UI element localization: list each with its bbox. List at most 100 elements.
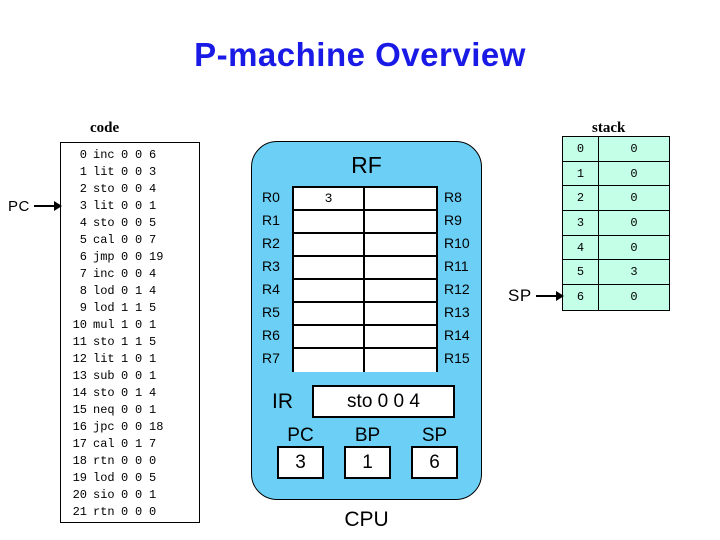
code-line-opcode: sto <box>93 182 115 196</box>
code-line: 9 lod 1 1 5 <box>61 300 199 317</box>
code-line-opcode: neq <box>93 403 115 417</box>
register-file-row: 3 <box>294 188 436 211</box>
arrow-right-icon <box>535 291 566 301</box>
register-label-r11: R11 <box>444 258 469 274</box>
code-line-field-1: 0 <box>121 369 129 383</box>
code-line-field-3: 4 <box>149 267 157 281</box>
code-line-field-1: 0 <box>121 148 129 162</box>
stack-row: 00 <box>563 137 669 162</box>
code-line-opcode: rtn <box>93 454 115 468</box>
code-line-field-1: 0 <box>121 471 129 485</box>
code-line-field-2: 0 <box>135 165 143 179</box>
register-label-r12: R12 <box>444 281 470 297</box>
register-label-r15: R15 <box>444 350 470 366</box>
code-line-field-1: 0 <box>121 386 129 400</box>
code-line-field-1: 0 <box>121 267 129 281</box>
register-cell-r11 <box>365 257 436 278</box>
register-cell-r12 <box>365 280 436 301</box>
code-line-address: 8 <box>79 284 87 298</box>
arrow-right-icon <box>33 201 64 211</box>
code-line-address: 21 <box>72 505 87 519</box>
code-line-field-3: 1 <box>149 369 157 383</box>
code-line-address: 11 <box>72 335 87 349</box>
code-line-field-3: 1 <box>149 488 157 502</box>
code-line-address: 16 <box>72 420 87 434</box>
code-line: 8 lod 0 1 4 <box>61 283 199 300</box>
code-line-field-2: 0 <box>135 488 143 502</box>
ir-label: IR <box>272 390 293 413</box>
code-line-address: 15 <box>72 403 87 417</box>
page-title: P-machine Overview <box>194 36 526 73</box>
code-line: 7 inc 0 0 4 <box>61 266 199 283</box>
code-line-field-1: 1 <box>121 335 129 349</box>
code-line-field-2: 1 <box>135 301 143 315</box>
code-line-field-3: 4 <box>149 182 157 196</box>
code-listing: 0 inc 0 0 6 1 lit 0 0 3 2 sto 0 0 4 3 lit 0 0 1 4 sto 0 0 5 5 cal 0… <box>60 142 200 523</box>
code-line: 15 neq 0 0 1 <box>61 402 199 419</box>
stack-row-value: 0 <box>599 285 669 310</box>
code-line: 5 cal 0 0 7 <box>61 232 199 249</box>
code-line-field-3: 1 <box>149 318 157 332</box>
code-line: 19 lod 0 0 5 <box>61 470 199 487</box>
code-line-field-3: 7 <box>149 233 157 247</box>
register-label-r0: R0 <box>262 189 280 205</box>
stack-section-caption: stack <box>592 120 626 136</box>
code-line-field-3: 5 <box>149 216 157 230</box>
stack-row-index: 3 <box>563 211 599 235</box>
code-line-field-1: 0 <box>121 284 129 298</box>
register-sp: SP 6 <box>411 425 458 479</box>
code-line-field-1: 0 <box>121 165 129 179</box>
code-line-address: 3 <box>79 199 87 213</box>
register-sp-label: SP <box>421 425 448 446</box>
code-line: 3 lit 0 0 1 <box>61 198 199 215</box>
code-section-caption: code <box>90 120 120 136</box>
code-line-address: 6 <box>79 250 87 264</box>
code-line-opcode: cal <box>93 437 115 451</box>
register-bp-label: BP <box>354 425 381 446</box>
sp-pointer-label: SP <box>508 286 532 305</box>
register-file-row <box>294 326 436 349</box>
register-bp-value: 1 <box>344 446 391 479</box>
code-line-opcode: lit <box>93 165 115 179</box>
register-cell-r10 <box>365 234 436 255</box>
code-line-opcode: lod <box>93 284 115 298</box>
code-line-address: 20 <box>72 488 87 502</box>
code-line-field-2: 0 <box>135 369 143 383</box>
code-line-field-3: 3 <box>149 165 157 179</box>
code-line: 2 sto 0 0 4 <box>61 181 199 198</box>
code-line-field-1: 0 <box>121 182 129 196</box>
register-pc-label: PC <box>287 425 314 446</box>
code-line: 11 sto 1 1 5 <box>61 334 199 351</box>
code-line-opcode: inc <box>93 267 115 281</box>
code-line: 0 inc 0 0 6 <box>61 147 199 164</box>
register-label-r5: R5 <box>262 304 280 320</box>
code-line: 18 rtn 0 0 0 <box>61 453 199 470</box>
code-line-opcode: lit <box>93 352 115 366</box>
code-line-opcode: sto <box>93 386 115 400</box>
code-line: 1 lit 0 0 3 <box>61 164 199 181</box>
slide-canvas: P-machine Overview code 0 inc 0 0 6 1 lit 0 0 3 2 s… <box>0 0 720 540</box>
code-line-field-3: 7 <box>149 437 157 451</box>
code-line: 10 mul 1 0 1 <box>61 317 199 334</box>
code-line-field-2: 0 <box>135 454 143 468</box>
code-line-field-1: 0 <box>121 199 129 213</box>
register-cell-r5 <box>294 303 365 324</box>
code-line-field-3: 19 <box>149 250 164 264</box>
code-line: 20 sio 0 0 1 <box>61 487 199 504</box>
code-line-field-1: 0 <box>121 437 129 451</box>
register-file-row <box>294 303 436 326</box>
code-line-field-1: 0 <box>121 420 129 434</box>
code-line: 4 sto 0 0 5 <box>61 215 199 232</box>
code-line-field-2: 0 <box>135 403 143 417</box>
code-line-field-2: 0 <box>135 471 143 485</box>
code-line-address: 19 <box>72 471 87 485</box>
code-line-field-3: 1 <box>149 199 157 213</box>
stack-row-index: 1 <box>563 161 599 186</box>
register-file-row <box>294 234 436 257</box>
code-line-address: 13 <box>72 369 87 383</box>
code-line-field-2: 0 <box>135 505 143 519</box>
code-line-field-2: 0 <box>135 199 143 213</box>
code-line-opcode: sto <box>93 335 115 349</box>
register-file-title: RF <box>351 152 382 178</box>
register-label-r14: R14 <box>444 327 470 343</box>
